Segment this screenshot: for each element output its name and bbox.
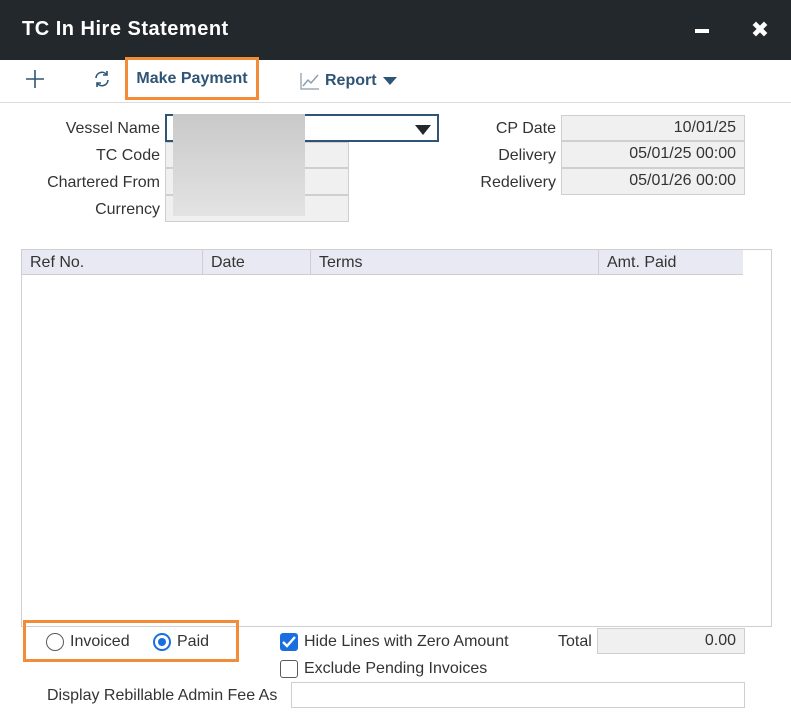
total-label: Total xyxy=(558,633,592,650)
payments-grid[interactable]: Ref No. Date Terms Amt. Paid xyxy=(21,249,772,627)
caret-down-icon xyxy=(382,77,397,85)
redelivery-field[interactable]: 05/01/26 00:00 xyxy=(561,168,745,195)
checkbox-checked-icon xyxy=(280,633,298,651)
delivery-field[interactable]: 05/01/25 00:00 xyxy=(561,141,745,168)
window-title: TC In Hire Statement xyxy=(22,18,229,40)
status-radio-group: Invoiced Paid xyxy=(23,620,239,662)
cp-date-label: CP Date xyxy=(495,120,556,137)
exclude-pending-checkbox[interactable]: Exclude Pending Invoices xyxy=(280,660,487,678)
total-field: 0.00 xyxy=(597,628,745,654)
paid-radio[interactable]: Paid xyxy=(153,633,209,651)
title-bar: TC In Hire Statement ✖ xyxy=(0,0,791,60)
column-header-amt-paid[interactable]: Amt. Paid xyxy=(599,250,743,275)
checkbox-unchecked-icon xyxy=(280,660,298,678)
invoiced-radio[interactable]: Invoiced xyxy=(46,633,130,651)
chart-icon xyxy=(300,73,319,90)
grid-header: Ref No. Date Terms Amt. Paid xyxy=(22,250,743,275)
paid-label: Paid xyxy=(177,633,210,650)
column-header-date[interactable]: Date xyxy=(203,250,311,275)
cp-date-field[interactable]: 10/01/25 xyxy=(561,115,745,141)
hide-zero-checkbox[interactable]: Hide Lines with Zero Amount xyxy=(280,633,509,651)
plus-icon[interactable] xyxy=(25,69,45,89)
column-header-ref-no[interactable]: Ref No. xyxy=(22,250,203,275)
redacted-area xyxy=(173,114,305,216)
hide-zero-label: Hide Lines with Zero Amount xyxy=(304,633,509,650)
caret-down-icon xyxy=(415,125,431,135)
report-button[interactable]: Report xyxy=(300,70,402,92)
delivery-label: Delivery xyxy=(498,147,556,164)
close-icon[interactable]: ✖ xyxy=(750,18,770,42)
radio-checked-icon xyxy=(153,633,171,651)
report-label: Report xyxy=(325,72,377,89)
make-payment-label: Make Payment xyxy=(136,69,248,87)
radio-unchecked-icon xyxy=(46,633,64,651)
admin-fee-input[interactable] xyxy=(291,682,745,708)
admin-fee-label: Display Rebillable Admin Fee As xyxy=(47,687,278,704)
tc-code-label: TC Code xyxy=(95,147,160,164)
currency-label: Currency xyxy=(95,201,160,218)
toolbar: Make Payment Report xyxy=(0,57,791,103)
redelivery-label: Redelivery xyxy=(480,174,556,191)
column-header-terms[interactable]: Terms xyxy=(311,250,599,275)
chartered-from-label: Chartered From xyxy=(47,174,160,191)
minimize-icon[interactable] xyxy=(695,29,709,33)
vessel-name-label: Vessel Name xyxy=(65,120,160,137)
make-payment-button[interactable]: Make Payment xyxy=(125,57,259,100)
invoiced-label: Invoiced xyxy=(70,633,130,650)
exclude-pending-label: Exclude Pending Invoices xyxy=(304,660,488,677)
refresh-icon[interactable] xyxy=(93,70,111,88)
